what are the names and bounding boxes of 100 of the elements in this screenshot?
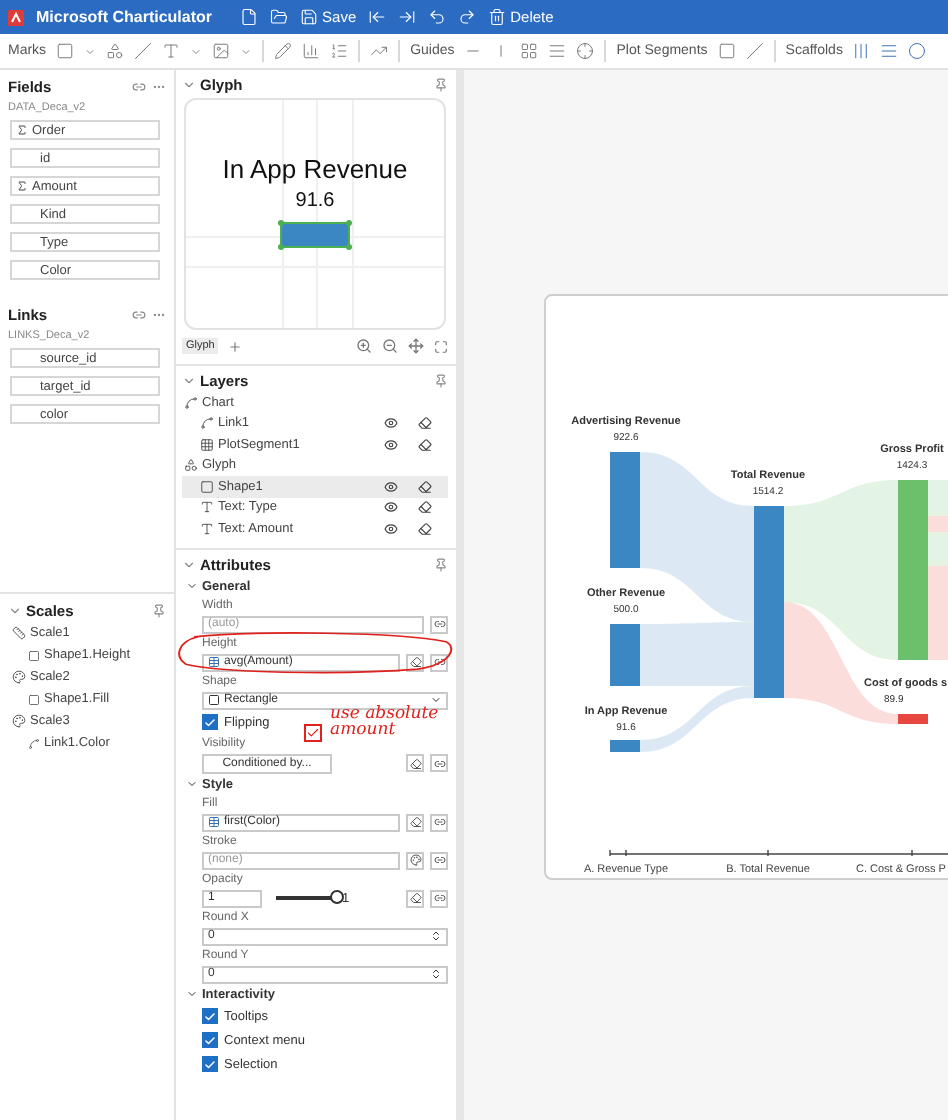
eraser-icon[interactable] — [418, 437, 432, 452]
line-chart-icon[interactable] — [370, 42, 389, 60]
vertical-scaffold-icon[interactable] — [852, 42, 871, 60]
move-icon[interactable] — [408, 338, 424, 354]
bind-button[interactable] — [430, 889, 448, 907]
pin-icon[interactable] — [434, 558, 448, 572]
eye-icon[interactable] — [384, 500, 398, 515]
link-icon — [433, 757, 445, 769]
chevron-icon[interactable] — [182, 374, 196, 388]
pin-icon[interactable] — [434, 374, 448, 388]
window-title: Microsoft Charticulator — [36, 8, 213, 26]
preview-value: 91.6 — [295, 190, 335, 212]
link-icon — [433, 892, 445, 904]
pin-icon[interactable] — [434, 78, 448, 92]
bind-button[interactable] — [430, 653, 448, 671]
shapes-icon[interactable] — [106, 42, 125, 60]
eraser-icon — [409, 892, 421, 904]
redo-icon[interactable] — [458, 8, 477, 26]
image-icon[interactable] — [212, 42, 231, 60]
bind-button[interactable] — [430, 754, 448, 772]
chevron-icon[interactable] — [8, 604, 22, 618]
preview-title: In App Revenue — [222, 154, 408, 184]
text-icon — [200, 521, 214, 536]
link-icon — [433, 816, 445, 828]
checkbox[interactable] — [202, 1008, 218, 1024]
link-icon[interactable] — [132, 80, 146, 94]
add-icon[interactable] — [228, 339, 243, 353]
region-icon[interactable] — [717, 42, 736, 60]
list-icon[interactable] — [330, 42, 349, 60]
eye-icon[interactable] — [384, 521, 398, 536]
sigma-icon — [16, 180, 28, 192]
app-logo-icon — [8, 9, 24, 25]
eraser-icon — [409, 816, 421, 828]
eye-icon[interactable] — [384, 437, 398, 452]
arrow-right-icon[interactable] — [398, 8, 417, 26]
line-icon[interactable] — [134, 42, 153, 60]
trash-icon — [488, 8, 507, 26]
circle-icon[interactable] — [908, 42, 927, 60]
caret-icon — [430, 694, 442, 706]
eraser-icon[interactable] — [418, 479, 432, 494]
save-icon — [300, 8, 319, 26]
more-icon[interactable] — [152, 308, 166, 322]
bind-button[interactable] — [430, 851, 448, 869]
text-icon[interactable] — [162, 42, 181, 60]
eraser-icon[interactable] — [418, 521, 432, 536]
clear-button[interactable] — [406, 889, 424, 907]
sigma-icon — [16, 124, 28, 136]
link-icon — [28, 737, 40, 749]
arrow-left-icon[interactable] — [368, 8, 387, 26]
undo-icon[interactable] — [428, 8, 447, 26]
eraser-icon[interactable] — [418, 416, 432, 431]
attribute-icon — [28, 693, 40, 705]
pencil-icon[interactable] — [274, 42, 293, 60]
chart-icon — [184, 395, 198, 410]
checkbox[interactable] — [202, 1032, 218, 1048]
handwritten-note: use absolute amount — [330, 706, 441, 738]
table-icon — [208, 656, 220, 668]
chevron-icon[interactable] — [186, 778, 198, 790]
palette-icon — [409, 854, 421, 866]
eye-icon[interactable] — [384, 416, 398, 431]
fit-icon[interactable] — [434, 339, 448, 353]
clear-button[interactable] — [406, 813, 424, 831]
horizontal-scaffold-icon[interactable] — [880, 42, 899, 60]
table-icon — [208, 816, 220, 828]
color-button[interactable] — [406, 851, 424, 869]
chevron-icon[interactable] — [182, 78, 196, 92]
link-icon — [433, 656, 445, 668]
palette-icon — [12, 714, 26, 728]
glyph-icon — [184, 458, 198, 473]
ruler-icon — [12, 626, 26, 640]
bind-button[interactable] — [430, 813, 448, 831]
link-icon[interactable] — [132, 308, 146, 322]
checkbox[interactable] — [202, 1056, 218, 1072]
pin-icon[interactable] — [152, 604, 166, 618]
clear-button[interactable] — [406, 754, 424, 772]
zoom-in-icon[interactable] — [356, 338, 372, 354]
rectangle-icon — [208, 694, 220, 706]
attribute-icon — [28, 649, 40, 661]
clear-button[interactable] — [406, 653, 424, 671]
link-icon — [433, 854, 445, 866]
rectangle-icon[interactable] — [56, 42, 75, 60]
new-file-icon[interactable] — [240, 8, 259, 26]
check-icon — [204, 715, 216, 729]
grid-icon — [200, 437, 214, 452]
line-icon[interactable] — [745, 42, 764, 60]
bind-button[interactable] — [430, 615, 448, 633]
eraser-icon[interactable] — [418, 500, 432, 515]
chevron-icon[interactable] — [186, 988, 198, 1000]
slider-thumb[interactable] — [329, 890, 343, 905]
more-icon[interactable] — [152, 80, 166, 94]
bar-chart-icon[interactable] — [302, 42, 321, 60]
rows-icon[interactable] — [548, 42, 567, 60]
rectangle-icon — [200, 479, 214, 494]
eye-icon[interactable] — [384, 479, 398, 494]
zoom-out-icon[interactable] — [382, 338, 398, 354]
checkbox[interactable] — [202, 714, 218, 730]
grid-icon[interactable] — [520, 42, 539, 60]
folder-icon[interactable] — [270, 8, 289, 26]
target-icon[interactable] — [576, 42, 595, 60]
text-icon — [200, 500, 214, 515]
